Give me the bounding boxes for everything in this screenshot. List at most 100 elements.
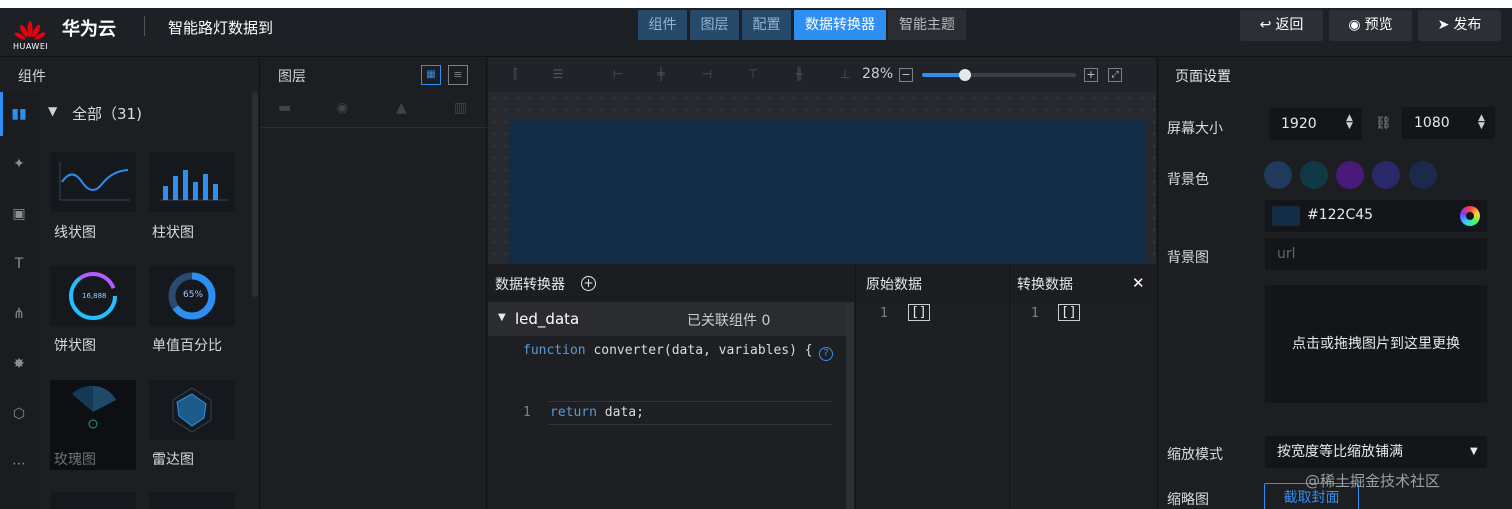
grid-view-icon[interactable]: ▦ (421, 65, 441, 85)
converted-data-line-number: 1 (1031, 306, 1039, 321)
screen-size-label: 屏幕大小 (1167, 121, 1223, 137)
color-picker-center (1466, 212, 1474, 220)
canvas-screen[interactable] (510, 120, 1145, 264)
converted-data-content[interactable]: [] (1058, 304, 1080, 321)
component-thumb-partial-2[interactable] (149, 492, 235, 509)
align-top-edge-icon[interactable]: ☰ (549, 65, 567, 83)
align-horizontal-left-icon[interactable]: ⊢ (609, 65, 627, 83)
relation-category-icon[interactable]: ⋔ (8, 303, 30, 325)
zoom-slider-handle[interactable] (959, 69, 972, 81)
3d-category-icon[interactable]: ⬡ (8, 403, 30, 425)
publish-label: 发布 (1453, 17, 1482, 33)
trash-icon[interactable]: ▥ (454, 100, 467, 116)
screen-height-value: 1080 (1414, 115, 1450, 131)
header-divider (144, 16, 145, 36)
folder-icon[interactable]: ▬ (278, 100, 291, 116)
bg-image-upload-area[interactable]: 点击或拖拽图片到这里更换 (1265, 285, 1487, 403)
height-stepper-icon[interactable]: ▲ ▼ (1478, 114, 1485, 131)
converter-scrollbar[interactable] (846, 302, 854, 509)
color-picker-icon[interactable] (1460, 206, 1480, 226)
preview-label: 预览 (1364, 17, 1393, 33)
align-vertical-top-icon[interactable]: ⊤ (744, 65, 762, 83)
code-line-number: 1 (523, 405, 531, 420)
lock-icon[interactable]: ▲ (396, 100, 407, 116)
media-category-icon[interactable]: ▣ (8, 203, 30, 225)
raw-data-content[interactable]: [] (908, 304, 930, 321)
align-horizontal-right-icon[interactable]: ⊣ (698, 65, 716, 83)
bg-swatch-4[interactable] (1372, 161, 1400, 189)
bg-swatch-1[interactable] (1264, 161, 1292, 189)
bg-swatch-5[interactable] (1409, 161, 1437, 189)
linked-components-count: 已关联组件 0 (687, 313, 771, 329)
zoom-in-icon[interactable]: + (1084, 68, 1098, 82)
tab-components[interactable]: 组件 (638, 10, 687, 40)
align-vertical-bottom-icon[interactable]: ⊥ (836, 65, 854, 83)
bg-image-url-placeholder: url (1277, 246, 1296, 262)
align-horizontal-center-icon[interactable]: ╪ (652, 65, 670, 83)
bg-color-chip (1272, 206, 1300, 226)
return-expression: data; (604, 405, 644, 420)
percent-gauge-label: 单值百分比 (152, 338, 222, 354)
scale-mode-dropdown-icon[interactable]: ▼ (1470, 446, 1478, 457)
bg-image-url-input[interactable]: url (1265, 238, 1487, 270)
converter-title: 数据转换器 (495, 277, 565, 293)
fit-screen-icon[interactable]: ⤢ (1108, 68, 1122, 82)
dataset-name: led_data (515, 310, 580, 328)
more-category-icon[interactable]: ⋯ (8, 453, 30, 475)
map-category-icon[interactable]: ✦ (8, 153, 30, 175)
bg-color-label: 背景色 (1167, 172, 1209, 188)
back-label: 返回 (1275, 17, 1304, 33)
interaction-category-icon[interactable]: ✸ (8, 353, 30, 375)
bar-chart-label: 柱状图 (152, 225, 194, 241)
bg-color-value: #122C45 (1307, 207, 1374, 223)
page-settings-title: 页面设置 (1175, 69, 1231, 85)
radar-chart-thumb-icon (172, 387, 212, 433)
dataset-caret-icon[interactable]: ▼ (498, 312, 506, 323)
tab-layers[interactable]: 图层 (690, 10, 739, 40)
component-thumb-partial-1[interactable] (50, 492, 136, 509)
line-chart-thumb[interactable] (50, 152, 136, 212)
list-view-icon[interactable]: ≡ (448, 65, 468, 85)
help-icon[interactable]: ? (819, 347, 833, 361)
line-chart-thumb-icon (59, 162, 130, 201)
radar-chart-thumb[interactable] (149, 380, 235, 440)
tab-config[interactable]: 配置 (742, 10, 791, 40)
brand-logo-text: HUAWEI (13, 42, 49, 51)
converter-signature: function converter(data, variables) { (523, 343, 813, 358)
category-all-label[interactable]: 全部（31) (72, 103, 142, 124)
link-ratio-icon[interactable]: ⛓ (1375, 116, 1392, 131)
watermark: @稀土掘金技术社区 (1305, 472, 1441, 490)
bg-swatch-3[interactable] (1336, 161, 1364, 189)
close-icon[interactable]: ✕ (1132, 274, 1145, 292)
rose-chart-label: 玫瑰图 (54, 452, 96, 468)
brand-name: 华为云 (62, 19, 116, 40)
bar-chart-thumb-icon (159, 170, 229, 201)
category-collapse-caret-icon[interactable]: ▼ (48, 104, 57, 118)
bg-swatch-2[interactable] (1300, 161, 1328, 189)
visibility-icon[interactable]: ◉ (336, 100, 348, 116)
scale-mode-select[interactable]: 按宽度等比缩放铺满 (1265, 436, 1487, 468)
publish-button[interactable]: ➤ 发布 (1418, 10, 1501, 41)
raw-data-line-number: 1 (880, 306, 888, 321)
components-panel-title: 组件 (18, 69, 46, 85)
screen-width-value: 1920 (1281, 116, 1317, 132)
align-vertical-center-icon[interactable]: ╫ (790, 65, 808, 83)
back-button[interactable]: ↩ 返回 (1240, 10, 1323, 41)
return-keyword: return (550, 405, 597, 420)
tab-data-converter[interactable]: 数据转换器 (794, 10, 886, 40)
layers-panel-title: 图层 (278, 69, 306, 85)
zoom-label: 28% (862, 66, 894, 82)
components-scrollbar[interactable] (252, 92, 258, 297)
preview-button[interactable]: ◉ 预览 (1329, 10, 1412, 41)
add-converter-icon[interactable]: + (581, 276, 596, 291)
converted-data-title: 转换数据 (1017, 277, 1073, 293)
width-stepper-icon[interactable]: ▲ ▼ (1346, 114, 1353, 131)
text-category-icon[interactable]: T (8, 253, 30, 275)
bar-chart-thumb[interactable] (149, 152, 235, 212)
tab-smart-theme[interactable]: 智能主题 (888, 10, 966, 40)
zoom-out-icon[interactable]: − (899, 68, 913, 82)
align-left-icon[interactable]: ⫿ (506, 65, 524, 83)
bar-chart-category-icon[interactable]: ▮▮ (8, 103, 30, 125)
eye-icon: ◉ (1348, 17, 1361, 33)
radar-chart-label: 雷达图 (152, 452, 194, 468)
